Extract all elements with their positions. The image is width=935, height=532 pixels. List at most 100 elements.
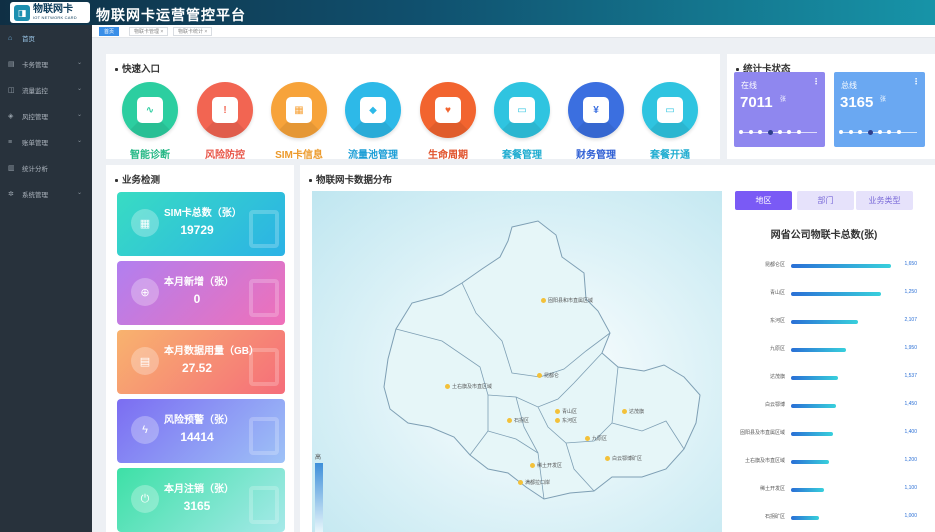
quick-entry-7[interactable]: ▭ — [642, 82, 698, 138]
quick-entry-title: 快速入口 — [115, 61, 160, 75]
map-city-marker[interactable]: 满都拉口岸 — [518, 479, 550, 486]
slider-dot[interactable] — [896, 130, 901, 134]
more-icon[interactable]: ⋮ — [812, 77, 820, 86]
status-slider[interactable] — [739, 129, 817, 135]
slider-dot[interactable] — [748, 130, 753, 134]
map-city-marker[interactable]: 达茂旗 — [622, 408, 644, 415]
business-card-2[interactable]: ▤ 本月数据用量（GB） 27.52 — [117, 330, 285, 394]
slider-dot[interactable] — [739, 130, 744, 134]
quick-entry-label-3[interactable]: 流量池管理 — [333, 146, 413, 161]
business-card-value: 27.52 — [181, 361, 213, 375]
ranking-tab-1[interactable]: 部门 — [797, 191, 854, 210]
more-icon[interactable]: ⋮ — [912, 77, 920, 86]
card-decoration-icon — [249, 417, 279, 455]
quick-entry-label-0[interactable]: 智能诊断 — [110, 146, 190, 161]
sidebar-item-2[interactable]: ◫ 流量监控 ⌄ — [0, 77, 92, 103]
sidebar-item-0[interactable]: ⌂ 首页 — [0, 25, 92, 51]
map-city-marker[interactable]: 昆都仑 — [537, 372, 559, 379]
slider-dot[interactable] — [777, 130, 782, 134]
quick-entry-6[interactable]: ¥ — [568, 82, 624, 138]
quick-entry-label-5[interactable]: 套餐管理 — [482, 146, 562, 161]
quick-entry-3[interactable]: ◆ — [345, 82, 401, 138]
quick-entry-label-4[interactable]: 生命周期 — [408, 146, 488, 161]
ranking-bar — [791, 404, 836, 408]
tab-2[interactable]: 物联卡统计 × — [173, 27, 213, 36]
status-card-value: 7011 — [740, 94, 773, 111]
business-card-0[interactable]: ▦ SIM卡总数（张） 19729 — [117, 192, 285, 256]
slider-dot[interactable] — [796, 130, 801, 134]
quick-entry-label-6[interactable]: 财务管理 — [556, 146, 636, 161]
sidebar-item-label: 统计分析 — [22, 166, 48, 173]
app-logo[interactable]: ◨ 物联网卡 IOT NETWORK CARD — [10, 2, 90, 23]
map-city-marker[interactable]: 青山区 — [555, 408, 577, 415]
quick-entry-label-1[interactable]: 风险防控 — [185, 146, 265, 161]
quick-entry-0[interactable]: ∿ — [122, 82, 178, 138]
ranking-tab-2[interactable]: 业务类型 — [856, 191, 913, 210]
map-city-marker[interactable]: 白云鄂博矿区 — [605, 455, 642, 462]
map-city-marker[interactable]: 土右旗及市直区域 — [445, 383, 492, 390]
slider-dot[interactable] — [768, 129, 774, 135]
finance-icon: ¥ — [583, 97, 609, 123]
ranking-row: 九原区 1,950 — [727, 344, 921, 354]
ranking-row: 东河区 2,107 — [727, 316, 921, 326]
ranking-row-value: 1,100 — [904, 485, 917, 491]
logo-icon: ◨ — [14, 4, 30, 21]
tab-0[interactable]: 首页 — [99, 27, 120, 36]
status-card-1[interactable]: 总线 3165 张 ⋮ — [834, 72, 925, 147]
business-card-value: 19729 — [180, 223, 214, 237]
status-card-unit: 张 — [780, 97, 787, 103]
quick-entry-label-7[interactable]: 套餐开通 — [630, 146, 710, 161]
ranking-bar — [791, 432, 833, 436]
sidebar-item-1[interactable]: ▤ 卡务管理 ⌄ — [0, 51, 92, 77]
quick-entry-5[interactable]: ▭ — [494, 82, 550, 138]
sim-card-icon: ▦ — [131, 209, 159, 237]
ranking-tab-0[interactable]: 地区 — [735, 191, 792, 210]
map-area[interactable]: 高 固阳县和市直属区域 土右旗及市直区域 昆都仑 青山区 石拐区 东河区 九原区 稀土开发区 白… — [312, 191, 722, 532]
sidebar-item-5[interactable]: ▥ 统计分析 — [0, 155, 92, 181]
slider-dot[interactable] — [887, 130, 892, 134]
map-city-marker[interactable]: 石拐区 — [507, 417, 529, 424]
map-city-marker[interactable]: 稀土开发区 — [530, 462, 562, 469]
card-icon: ▤ — [8, 61, 15, 68]
quick-entry-2[interactable]: ▦ — [271, 82, 327, 138]
water-drop-icon: ◆ — [360, 97, 386, 123]
slider-dot[interactable] — [868, 129, 874, 135]
ranking-bar — [791, 376, 838, 380]
ranking-row-value: 2,107 — [904, 317, 917, 323]
status-card-0[interactable]: 在线 7011 张 ⋮ — [734, 72, 825, 147]
business-card-3[interactable]: ϟ 风险预警（张） 14414 — [117, 399, 285, 463]
slider-dot[interactable] — [758, 130, 763, 134]
slider-dot[interactable] — [848, 130, 853, 134]
ranking-row: 青山区 1,250 — [727, 288, 921, 298]
ranking-row-value: 1,200 — [904, 457, 917, 463]
business-card-value: 14414 — [180, 430, 214, 444]
business-card-label: 风险预警（张） — [164, 415, 234, 426]
package-icon: ▭ — [509, 97, 535, 123]
quick-entry-label-2[interactable]: SIM卡信息 — [259, 146, 339, 161]
status-slider[interactable] — [839, 129, 917, 135]
business-card-value: 0 — [193, 292, 201, 306]
quick-entry-1[interactable]: ! — [197, 82, 253, 138]
business-card-1[interactable]: ⊕ 本月新增（张） 0 — [117, 261, 285, 325]
tab-bar: 首页 物联卡管理 × 物联卡统计 × — [92, 25, 935, 38]
logo-main-text: 物联网卡 — [33, 4, 73, 15]
status-card-unit: 张 — [880, 97, 887, 103]
map-city-marker[interactable]: 东河区 — [555, 417, 577, 424]
card-decoration-icon — [249, 348, 279, 386]
business-card-label: 本月注销（张） — [164, 484, 234, 495]
slider-dot[interactable] — [858, 130, 863, 134]
business-card-4[interactable]: ⏻ 本月注销（张） 3165 — [117, 468, 285, 532]
sidebar-item-6[interactable]: ✲ 系统管理 ⌄ — [0, 181, 92, 207]
slider-dot[interactable] — [877, 130, 882, 134]
map-city-marker[interactable]: 九原区 — [585, 435, 607, 442]
ranking-row-value: 1,650 — [904, 261, 917, 267]
ranking-bar — [791, 516, 819, 520]
tab-1[interactable]: 物联卡管理 × — [129, 27, 169, 36]
quick-entry-4[interactable]: ♥ — [420, 82, 476, 138]
slider-dot[interactable] — [787, 130, 792, 134]
map-city-marker[interactable]: 固阳县和市直属区域 — [541, 297, 593, 304]
slider-dot[interactable] — [839, 130, 844, 134]
chevron-down-icon: ⌄ — [76, 86, 82, 92]
sidebar-item-4[interactable]: ≡ 账单管理 ⌄ — [0, 129, 92, 155]
sidebar-item-3[interactable]: ◈ 风控管理 ⌄ — [0, 103, 92, 129]
